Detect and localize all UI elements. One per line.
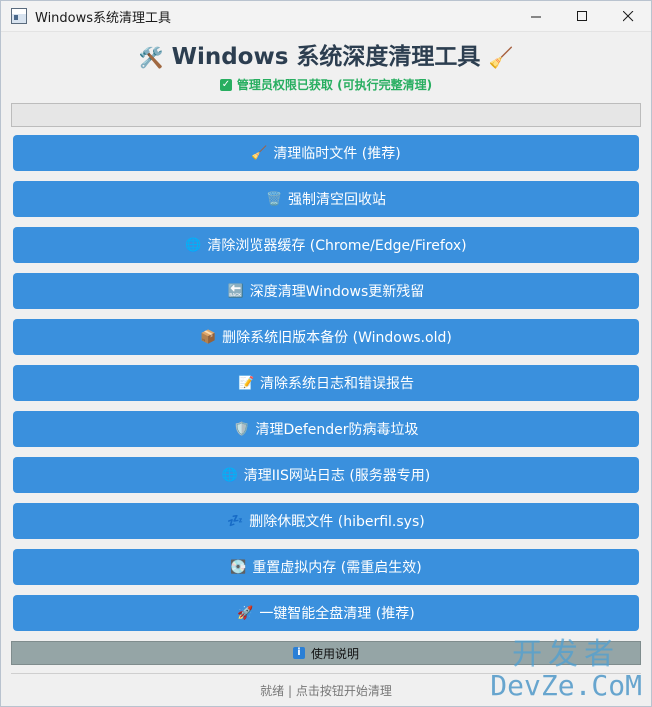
action-button-1[interactable]: 🗑️ 强制清空回收站 <box>13 181 639 217</box>
close-icon <box>622 10 633 21</box>
button-icon: 🔙 <box>227 283 244 299</box>
app-window-icon <box>11 8 27 24</box>
close-button[interactable] <box>605 1 651 31</box>
tools-icon: 🛠️ <box>138 45 164 70</box>
action-button-10[interactable]: 🚀 一键智能全盘清理 (推荐) <box>13 595 639 631</box>
button-label: 删除休眠文件 (hiberfil.sys) <box>249 514 425 530</box>
button-icon: 🗑️ <box>266 191 283 207</box>
app-window: Windows系统清理工具 🛠️ Windows 系统深度清理工具 🧹 ✓ 管理… <box>0 0 652 707</box>
button-label: 重置虚拟内存 (需重启生效) <box>252 560 422 576</box>
button-label: 清理Defender防病毒垃圾 <box>255 422 419 438</box>
action-button-3[interactable]: 🔙 深度清理Windows更新残留 <box>13 273 639 309</box>
header: 🛠️ Windows 系统深度清理工具 🧹 ✓ 管理员权限已获取 (可执行完整清… <box>1 42 651 93</box>
minimize-icon <box>530 16 541 17</box>
title-bar[interactable]: Windows系统清理工具 <box>1 1 651 32</box>
button-icon: 💽 <box>230 559 247 575</box>
button-icon: 🌐 <box>221 467 238 483</box>
help-button-label: 使用说明 <box>310 646 359 661</box>
button-label: 清除浏览器缓存 (Chrome/Edge/Firefox) <box>207 238 467 254</box>
button-icon: 💤 <box>227 513 244 529</box>
button-label: 清除系统日志和错误报告 <box>260 376 414 392</box>
button-label: 删除系统旧版本备份 (Windows.old) <box>222 330 452 346</box>
progress-bar <box>11 103 641 127</box>
broom-icon: 🧹 <box>488 45 514 70</box>
button-icon: 🌐 <box>185 237 202 253</box>
maximize-button[interactable] <box>559 1 605 31</box>
button-icon: 🚀 <box>237 605 254 621</box>
action-button-0[interactable]: 🧹 清理临时文件 (推荐) <box>13 135 639 171</box>
action-button-list: 🧹 清理临时文件 (推荐) 🗑️ 强制清空回收站 🌐 清除浏览器缓存 (Chrome/Ed… <box>13 135 639 631</box>
window-title: Windows系统清理工具 <box>35 10 172 26</box>
maximize-icon <box>576 10 587 21</box>
action-button-6[interactable]: 🛡️ 清理Defender防病毒垃圾 <box>13 411 639 447</box>
watermark-bottom: DevZe.CoM <box>490 669 642 702</box>
button-icon: 🧹 <box>251 145 268 161</box>
action-button-4[interactable]: 📦 删除系统旧版本备份 (Windows.old) <box>13 319 639 355</box>
watermark-top: 开发者 <box>512 637 621 672</box>
page-title: 🛠️ Windows 系统深度清理工具 🧹 <box>1 42 651 72</box>
button-label: 强制清空回收站 <box>288 192 386 208</box>
button-label: 清理IIS网站日志 (服务器专用) <box>243 468 431 484</box>
info-icon: i <box>292 647 305 659</box>
action-button-7[interactable]: 🌐 清理IIS网站日志 (服务器专用) <box>13 457 639 493</box>
admin-status: ✓ 管理员权限已获取 (可执行完整清理) <box>1 76 651 93</box>
action-button-5[interactable]: 📝 清除系统日志和错误报告 <box>13 365 639 401</box>
page-title-text: Windows 系统深度清理工具 <box>171 44 481 70</box>
minimize-button[interactable] <box>513 1 559 31</box>
check-icon: ✓ <box>219 78 232 91</box>
button-label: 一键智能全盘清理 (推荐) <box>259 606 415 622</box>
watermark-logo: 开发者 DevZe.CoM <box>490 639 642 701</box>
action-button-2[interactable]: 🌐 清除浏览器缓存 (Chrome/Edge/Firefox) <box>13 227 639 263</box>
button-label: 清理临时文件 (推荐) <box>273 146 401 162</box>
button-icon: 🛡️ <box>233 421 250 437</box>
action-button-8[interactable]: 💤 删除休眠文件 (hiberfil.sys) <box>13 503 639 539</box>
action-button-9[interactable]: 💽 重置虚拟内存 (需重启生效) <box>13 549 639 585</box>
button-label: 深度清理Windows更新残留 <box>249 284 425 300</box>
button-icon: 📝 <box>238 375 255 391</box>
admin-status-text: 管理员权限已获取 (可执行完整清理) <box>236 78 433 92</box>
button-icon: 📦 <box>200 329 217 345</box>
